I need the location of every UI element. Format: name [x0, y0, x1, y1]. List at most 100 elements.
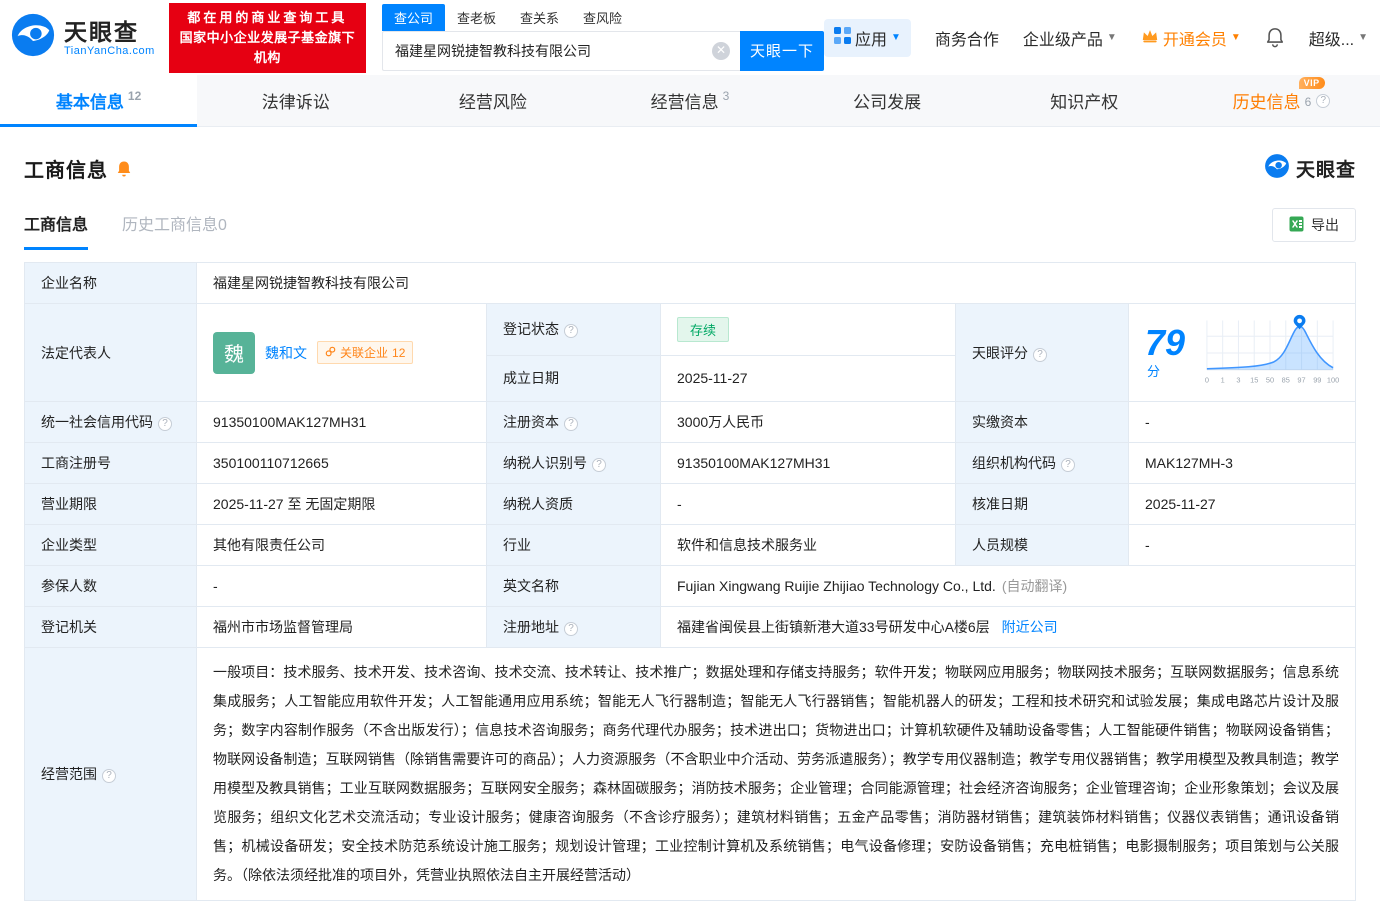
table-row: 统一社会信用代码? 91350100MAK127MH31 注册资本? 3000万…: [25, 402, 1356, 443]
subtab-history-label: 历史工商信息: [122, 217, 218, 234]
nav-open-vip[interactable]: 开通会员 ▼: [1141, 26, 1241, 50]
tianyan-score-cell[interactable]: 79分: [1129, 304, 1356, 402]
paid-capital-label: 实缴资本: [956, 402, 1129, 443]
tab-label: 基本信息: [56, 88, 124, 113]
subtab-business-info[interactable]: 工商信息: [24, 211, 88, 250]
nav-super-vip-label: 超级...: [1309, 26, 1354, 50]
nav-apps-label: 应用: [855, 26, 887, 50]
help-icon[interactable]: ?: [564, 417, 578, 431]
chevron-down-icon: ▼: [1231, 32, 1241, 43]
reg-number-label: 工商注册号: [25, 443, 197, 484]
legal-rep-cell: 魏 魏和文 关联企业 12: [197, 304, 487, 402]
tab-company-development[interactable]: 公司发展: [789, 75, 986, 126]
export-button[interactable]: 导出: [1272, 208, 1356, 242]
tab-count: 6: [1305, 95, 1312, 109]
tab-label: 经营风险: [459, 88, 527, 113]
business-term-value: 2025-11-27 至 无固定期限: [197, 484, 487, 525]
tab-label: 公司发展: [853, 88, 921, 113]
nav-enterprise-products[interactable]: 企业级产品 ▼: [1023, 26, 1117, 50]
related-companies-label: 关联企业: [340, 344, 388, 361]
business-term-label: 营业期限: [25, 484, 197, 525]
paid-capital-value: -: [1129, 402, 1356, 443]
top-header: 天眼查 TianYanCha.com 都在用的商业查询工具 国家中小企业发展子基…: [0, 0, 1380, 75]
reg-address-cell: 福建省闽侯县上街镇新港大道33号研发中心A楼6层 附近公司: [661, 607, 1356, 648]
business-scope-label: 经营范围?: [25, 648, 197, 901]
approval-date-label: 核准日期: [956, 484, 1129, 525]
svg-text:1: 1: [1221, 376, 1225, 385]
export-label: 导出: [1311, 215, 1339, 235]
auto-translate-note: (自动翻译): [1002, 576, 1067, 596]
subscribe-bell-icon[interactable]: [116, 160, 132, 178]
brand-name: 天眼查: [64, 19, 155, 45]
help-icon[interactable]: ?: [1061, 458, 1075, 472]
table-row: 法定代表人 魏 魏和文 关联企业 12: [25, 304, 1356, 356]
table-row: 营业期限 2025-11-27 至 无固定期限 纳税人资质 - 核准日期 202…: [25, 484, 1356, 525]
svg-text:50: 50: [1266, 376, 1274, 385]
chevron-down-icon: ▼: [891, 32, 901, 43]
legal-rep-avatar[interactable]: 魏: [213, 332, 255, 374]
slogan-line1: 都在用的商业查询工具: [179, 8, 356, 28]
help-icon[interactable]: ?: [1033, 348, 1047, 362]
watermark-brand: 天眼查: [1296, 155, 1356, 182]
tab-operation-info[interactable]: 经营信息 3: [591, 75, 788, 126]
score-value: 79: [1145, 322, 1185, 363]
tab-history-info[interactable]: 历史信息 VIP 6 ?: [1183, 75, 1380, 126]
tab-intellectual-property[interactable]: 知识产权: [986, 75, 1183, 126]
nav-super-vip[interactable]: 超级... ▼: [1309, 26, 1368, 50]
svg-text:100: 100: [1327, 376, 1339, 385]
search-tab-relation[interactable]: 查关系: [508, 4, 571, 31]
help-icon[interactable]: ?: [592, 458, 606, 472]
section-title: 工商信息: [24, 154, 108, 183]
nav-open-vip-label: 开通会员: [1163, 26, 1227, 50]
table-row: 工商注册号 350100110712665 纳税人识别号? 91350100MA…: [25, 443, 1356, 484]
tab-count: 3: [723, 89, 730, 103]
reg-capital-value: 3000万人民币: [661, 402, 956, 443]
nav-business-cooperation[interactable]: 商务合作: [935, 26, 999, 50]
svg-text:99: 99: [1313, 376, 1321, 385]
legal-rep-name-link[interactable]: 魏和文: [265, 343, 307, 363]
status-badge: 存续: [677, 317, 729, 342]
credit-code-label: 统一社会信用代码?: [25, 402, 197, 443]
help-icon[interactable]: ?: [564, 622, 578, 636]
brand-slogan: 都在用的商业查询工具 国家中小企业发展子基金旗下机构: [169, 3, 366, 73]
tab-legal-litigation[interactable]: 法律诉讼: [197, 75, 394, 126]
help-icon[interactable]: ?: [158, 417, 172, 431]
search-input[interactable]: [382, 31, 740, 71]
subtab-history-business-info[interactable]: 历史工商信息0: [122, 211, 227, 250]
score-distribution-chart: 0 1 3 15 50 85 97 99 100: [1201, 314, 1339, 391]
score-unit: 分: [1147, 364, 1160, 379]
search-tab-boss[interactable]: 查老板: [445, 4, 508, 31]
insured-count-value: -: [197, 566, 487, 607]
tab-basic-info[interactable]: 基本信息 12: [0, 75, 197, 126]
taxpayer-qualification-value: -: [661, 484, 956, 525]
tab-operation-risk[interactable]: 经营风险: [394, 75, 591, 126]
clear-search-icon[interactable]: ✕: [712, 42, 730, 60]
vip-badge: VIP: [1299, 77, 1325, 89]
svg-text:15: 15: [1250, 376, 1258, 385]
brand-domain: TianYanCha.com: [64, 45, 155, 57]
search-tab-company[interactable]: 查公司: [382, 4, 445, 31]
business-info-table: 企业名称 福建星网锐捷智教科技有限公司 法定代表人 魏 魏和文: [24, 262, 1356, 901]
related-companies-badge[interactable]: 关联企业 12: [317, 341, 413, 364]
search-tab-risk[interactable]: 查风险: [571, 4, 634, 31]
tianyancha-logo[interactable]: 天眼查 TianYanCha.com: [10, 12, 155, 63]
help-icon[interactable]: ?: [1316, 94, 1330, 108]
apps-grid-icon: [834, 27, 851, 49]
reg-capital-label: 注册资本?: [487, 402, 661, 443]
search-tabs: 查公司 查老板 查关系 查风险: [382, 5, 824, 31]
org-code-label: 组织机构代码?: [956, 443, 1129, 484]
help-icon[interactable]: ?: [102, 769, 116, 783]
establish-date-label: 成立日期: [487, 355, 661, 401]
legal-rep-label: 法定代表人: [25, 304, 197, 402]
svg-text:97: 97: [1297, 376, 1305, 385]
notification-bell-icon[interactable]: [1265, 27, 1285, 48]
nearby-companies-link[interactable]: 附近公司: [1002, 619, 1058, 635]
excel-icon: [1289, 216, 1304, 235]
section-header: 工商信息 天眼查: [24, 153, 1356, 184]
table-row: 企业类型 其他有限责任公司 行业 软件和信息技术服务业 人员规模 -: [25, 525, 1356, 566]
reg-authority-label: 登记机关: [25, 607, 197, 648]
search-button[interactable]: 天眼一下: [740, 31, 824, 71]
chevron-down-icon: ▼: [1358, 32, 1368, 43]
nav-apps[interactable]: 应用 ▼: [824, 19, 911, 57]
help-icon[interactable]: ?: [564, 324, 578, 338]
